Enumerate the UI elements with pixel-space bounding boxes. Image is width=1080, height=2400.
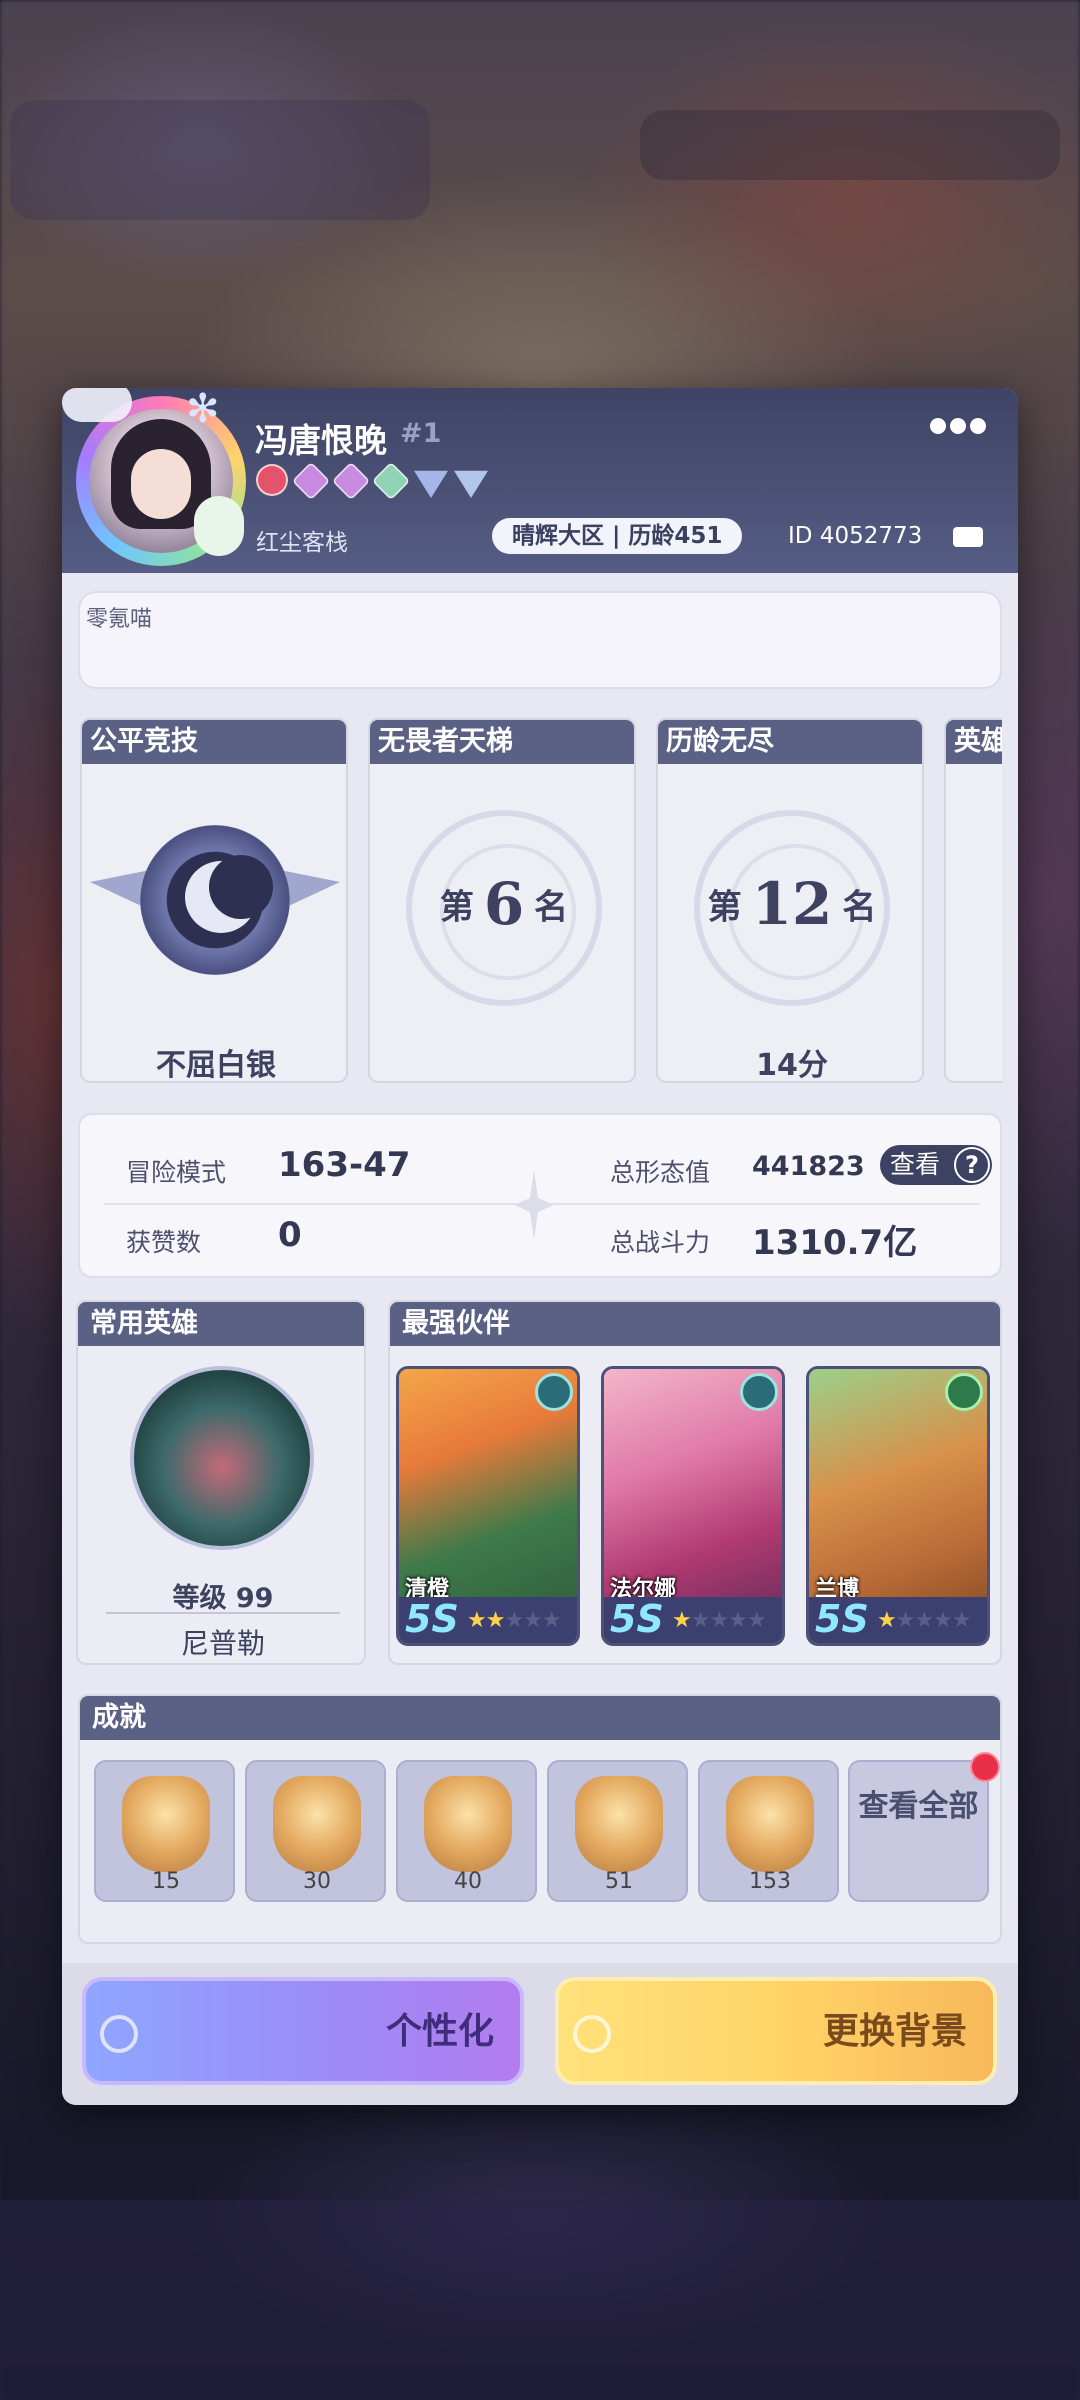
element-badge-icon	[535, 1373, 573, 1411]
hero-portrait[interactable]	[130, 1366, 314, 1550]
adventure-value: 163-47	[278, 1145, 411, 1185]
medal-icon	[424, 1776, 512, 1872]
snowman-decoration-icon	[194, 496, 244, 556]
achievement-badge[interactable]: 40	[396, 1760, 537, 1902]
purple-gem-icon	[291, 461, 331, 501]
background-bottom-nav	[0, 2200, 1080, 2400]
partner-stars: ★★★★★	[877, 1608, 972, 1633]
partner-stars: ★★★★★	[672, 1608, 767, 1633]
section-title: 常用英雄	[78, 1302, 364, 1346]
achievement-badge[interactable]: 153	[698, 1760, 839, 1902]
player-name: 冯唐恨晚	[255, 421, 387, 460]
target-circle-icon	[573, 2015, 611, 2053]
view-all-achievements-button[interactable]: 查看全部	[848, 1760, 989, 1902]
partner-card[interactable]: 法尔娜 5S ★★★★★	[601, 1366, 785, 1646]
hero-divider	[106, 1612, 340, 1614]
rank-card-endless[interactable]: 历龄无尽 第 12 名 14分	[656, 718, 924, 1083]
partner-stars: ★★★★★	[467, 1608, 562, 1633]
player-id: ID 4052773	[788, 523, 923, 549]
rank-card-fearless-ladder[interactable]: 无畏者天梯 第6名	[368, 718, 636, 1083]
change-background-button[interactable]: 更换背景	[555, 1977, 997, 2085]
view-form-button[interactable]: 查看 ?	[880, 1145, 992, 1185]
common-hero-section[interactable]: 常用英雄 等级 99 尼普勒	[76, 1300, 366, 1665]
background-hud-right	[640, 110, 1060, 180]
rank-position: 第 12 名	[707, 870, 877, 938]
background-hud-left	[10, 100, 430, 220]
guild-name[interactable]: 红尘客栈	[256, 523, 348, 557]
partner-grade: 5S	[815, 1597, 869, 1641]
power-label: 总战斗力	[610, 1228, 711, 1257]
red-gem-icon	[256, 464, 288, 496]
achievements-section: 成就 15 30 40 51 153 查看全部	[78, 1694, 1002, 1944]
achievement-badge[interactable]: 51	[547, 1760, 688, 1902]
more-options-button[interactable]	[930, 418, 986, 434]
strongest-partners-section: 最强伙伴 清橙 5S ★★★★★ 法尔娜 5S ★★★★★ 兰博 5S ★★★★…	[388, 1300, 1002, 1665]
cloud-decoration-icon	[62, 388, 132, 422]
hero-level: 等级 99	[172, 1583, 274, 1614]
rank-card-hero[interactable]: 英雄	[944, 718, 1002, 1083]
section-title: 最强伙伴	[390, 1302, 1000, 1346]
medal-icon	[122, 1776, 210, 1872]
achievement-badge[interactable]: 30	[245, 1760, 386, 1902]
achievement-badge[interactable]: 15	[94, 1760, 235, 1902]
rank-card-title: 公平竞技	[82, 720, 346, 764]
partner-card[interactable]: 清橙 5S ★★★★★	[396, 1366, 580, 1646]
medal-icon	[726, 1776, 814, 1872]
stats-panel: 冒险模式 163-47 获赞数 0 总形态值 441823 总战斗力 1310.…	[78, 1113, 1002, 1278]
likes-value: 0	[278, 1215, 302, 1255]
profile-header: ✻ 冯唐恨晚 #1 红尘客栈 晴辉大区 | 历龄451 ID 4052773	[62, 388, 1018, 573]
partner-grade: 5S	[405, 1597, 459, 1641]
blue-gem-icon	[454, 470, 488, 498]
silver-moon-emblem-icon	[140, 825, 290, 975]
element-badge-icon	[945, 1373, 983, 1411]
section-title: 成就	[80, 1696, 1000, 1740]
sparkle-icon	[514, 1170, 554, 1240]
server-pill: 晴辉大区 | 历龄451	[492, 518, 743, 554]
notification-dot-icon	[970, 1752, 1000, 1782]
element-badge-icon	[740, 1373, 778, 1411]
id-card-icon[interactable]	[953, 527, 983, 547]
player-avatar[interactable]: ✻	[62, 388, 246, 566]
personalize-button[interactable]: 个性化	[82, 1977, 524, 2085]
green-gem-icon	[371, 461, 411, 501]
rank-card-title: 无畏者天梯	[370, 720, 634, 764]
purple-gem-icon	[331, 461, 371, 501]
partner-grade: 5S	[610, 1597, 664, 1641]
medal-icon	[575, 1776, 663, 1872]
footer-bar: 个性化 更换背景	[62, 1963, 1018, 2105]
medal-icon	[273, 1776, 361, 1872]
rank-cards-carousel[interactable]: 公平竞技 不屈白银 无畏者天梯 第6名 历龄无尽 第12名 14分 英雄	[80, 718, 1002, 1088]
form-value: 441823	[752, 1151, 865, 1182]
form-label: 总形态值	[610, 1158, 711, 1187]
blue-gem-icon	[414, 470, 448, 498]
adventure-label: 冒险模式	[126, 1158, 227, 1187]
rank-card-title: 历龄无尽	[658, 720, 922, 764]
rank-card-fair-competition[interactable]: 公平竞技 不屈白银	[80, 718, 348, 1083]
badge-gems[interactable]	[256, 461, 488, 501]
rank-position: 第6名	[439, 870, 569, 938]
likes-label: 获赞数	[126, 1228, 202, 1257]
power-value: 1310.7亿	[752, 1223, 918, 1263]
rank-tier: 不屈白银	[156, 1048, 276, 1083]
rank-score: 14分	[756, 1048, 828, 1083]
help-icon[interactable]: ?	[954, 1147, 990, 1183]
signature-field[interactable]: 零氪喵	[78, 591, 1002, 689]
snowflake-icon: ✻	[186, 388, 220, 432]
partner-card[interactable]: 兰博 5S ★★★★★	[806, 1366, 990, 1646]
hero-name: 尼普勒	[180, 1627, 265, 1660]
rank-card-title: 英雄	[946, 720, 1002, 764]
profile-panel: ✻ 冯唐恨晚 #1 红尘客栈 晴辉大区 | 历龄451 ID 4052773 零…	[62, 388, 1018, 2105]
player-rank-tag: #1	[400, 418, 442, 449]
close-circle-icon	[100, 2015, 138, 2053]
